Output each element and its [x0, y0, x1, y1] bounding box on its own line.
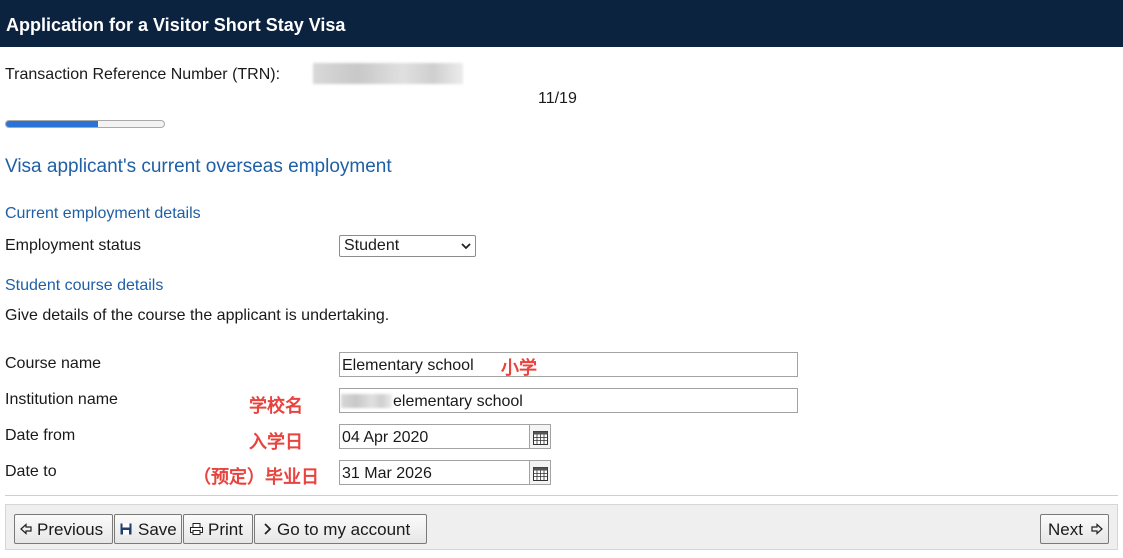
date-to-calendar-button[interactable] [530, 460, 551, 485]
date-to-annotation: （预定）毕业日 [193, 467, 319, 487]
institution-name-label: Institution name [5, 391, 118, 408]
previous-button[interactable]: Previous [14, 514, 113, 544]
date-to-input[interactable]: 31 Mar 2026 [339, 460, 530, 485]
course-details-heading: Student course details [5, 277, 164, 294]
calendar-icon [533, 431, 548, 445]
progress-bar-fill [6, 121, 98, 127]
institution-name-redacted [341, 394, 392, 408]
employment-status-label: Employment status [5, 237, 142, 254]
date-from-value: 04 Apr 2020 [342, 429, 429, 446]
trn-label: Transaction Reference Number (TRN): [5, 66, 281, 83]
course-name-label: Course name [5, 355, 102, 372]
previous-label: Previous [37, 520, 104, 539]
arrow-right-icon [1091, 523, 1103, 535]
print-label: Print [208, 520, 243, 539]
employment-status-value: Student [344, 237, 400, 254]
course-name-input[interactable]: Elementary school 小学 [339, 352, 798, 378]
footer-divider [5, 495, 1118, 496]
course-instructions: Give details of the course the applicant… [5, 307, 390, 324]
page-indicator: 11/19 [538, 90, 577, 107]
date-from-label: Date from [5, 427, 76, 444]
progress-bar [5, 120, 165, 128]
institution-annotation: 学校名 [249, 396, 303, 416]
app-title: Application for a Visitor Short Stay Vis… [6, 15, 346, 35]
course-name-value: Elementary school [342, 357, 474, 374]
save-label: Save [138, 520, 177, 539]
trn-value-redacted [313, 63, 463, 84]
page-title: Visa applicant's current overseas employ… [5, 156, 392, 177]
chevron-down-icon [461, 243, 471, 250]
date-from-annotation: 入学日 [249, 432, 303, 452]
institution-name-input[interactable]: elementary school [339, 388, 798, 413]
date-from-input[interactable]: 04 Apr 2020 [339, 424, 530, 449]
next-button[interactable]: Next [1040, 514, 1109, 544]
date-to-label: Date to [5, 463, 57, 480]
chevron-right-icon [264, 523, 272, 535]
employment-details-heading: Current employment details [5, 205, 201, 222]
go-to-my-account-label: Go to my account [277, 520, 411, 539]
date-to-value: 31 Mar 2026 [342, 465, 432, 482]
go-to-my-account-button[interactable]: Go to my account [254, 514, 427, 544]
arrow-left-icon [20, 523, 32, 535]
institution-name-value: elementary school [393, 393, 523, 410]
calendar-icon [533, 467, 548, 481]
save-button[interactable]: Save [114, 514, 182, 544]
app-title-bar: Application for a Visitor Short Stay Vis… [0, 0, 1123, 47]
print-icon [190, 523, 203, 535]
employment-status-select[interactable]: Student [339, 235, 476, 257]
course-name-annotation: 小学 [501, 358, 537, 378]
save-icon [120, 523, 132, 535]
print-button[interactable]: Print [183, 514, 253, 544]
next-label: Next [1048, 520, 1083, 539]
date-from-calendar-button[interactable] [530, 424, 551, 449]
